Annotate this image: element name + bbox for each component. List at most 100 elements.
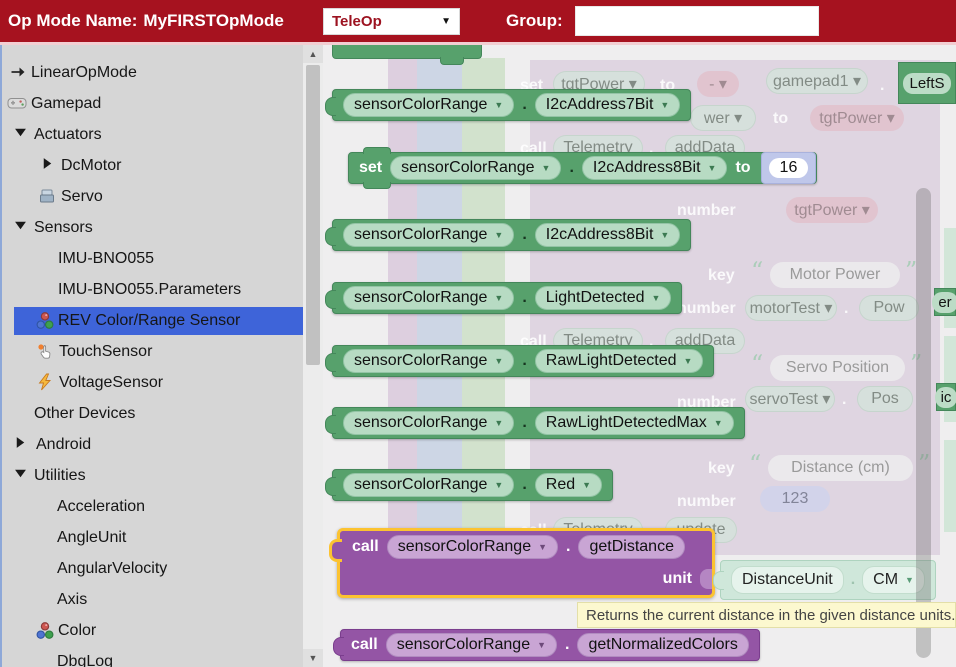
triangle-right-icon: [13, 435, 31, 453]
block-set-i2caddress8bit[interactable]: setsensorColorRange▼.I2cAddress8Bit▼to16: [348, 152, 817, 184]
dropdown-field[interactable]: sensorColorRange ▼: [343, 93, 514, 117]
dropdown-arrow-icon: ▼: [494, 101, 503, 110]
sidebar-item-dbglog[interactable]: DbgLog: [0, 646, 303, 667]
method-name-field: getDistance: [578, 535, 685, 559]
sidebar-item-label: Color: [58, 615, 96, 646]
sidebar-item-label: Other Devices: [34, 398, 135, 429]
faded-field: Pow: [859, 295, 919, 321]
blockly-workspace[interactable]: call sensorColorRange ▼ . getDistance un…: [323, 45, 956, 667]
sidebar-item-acceleration[interactable]: Acceleration: [0, 491, 303, 522]
sidebar-item-label: Android: [36, 429, 91, 460]
dropdown-field[interactable]: sensorColorRange▼: [343, 223, 514, 247]
dropdown-arrow-icon: ▼: [494, 357, 503, 366]
sidebar-item-imu-bno055[interactable]: IMU-BNO055: [0, 243, 303, 274]
sidebar-item-angularvelocity[interactable]: AngularVelocity: [0, 553, 303, 584]
sidebar-item-label: Sensors: [34, 212, 93, 243]
dropdown-arrow-icon: ▼: [494, 419, 503, 428]
dropdown-field[interactable]: I2cAddress8Bit▼: [535, 223, 681, 247]
color-balls-icon: [35, 621, 53, 639]
dropdown-field[interactable]: sensorColorRange▼: [343, 286, 514, 310]
sidebar-item-dcmotor[interactable]: DcMotor: [0, 150, 303, 181]
faded-field: gamepad1 ▾: [766, 68, 868, 94]
faded-keyword: number: [677, 492, 736, 512]
faded-workspace-block-region: [462, 58, 505, 595]
dropdown-field[interactable]: RawLightDetected▼: [535, 349, 704, 373]
block-get-red[interactable]: sensorColorRange▼.Red▼: [332, 469, 613, 501]
flyout-scrollbar[interactable]: [916, 188, 931, 658]
output-tab: [325, 97, 336, 116]
dropdown-arrow-icon: ▼: [660, 101, 669, 110]
field-text: I2cAddress7Bit: [546, 96, 654, 114]
sidebar-item-axis[interactable]: Axis: [0, 584, 303, 615]
sidebar-item-label: DcMotor: [61, 150, 121, 181]
output-tab: [325, 227, 336, 246]
sidebar-scrollbar[interactable]: ▲ ▼: [303, 45, 323, 667]
sidebar-item-rev-color-range-sensor[interactable]: REV Color/Range Sensor: [0, 305, 303, 336]
dropdown-arrow-icon: ▼: [708, 164, 717, 173]
dropdown-field[interactable]: sensorColorRange▼: [343, 473, 514, 497]
sidebar-item-android[interactable]: Android: [0, 429, 303, 460]
sidebar-item-label: LinearOpMode: [31, 57, 137, 88]
block-get-rawlightdetected[interactable]: sensorColorRange▼.RawLightDetected▼: [332, 345, 714, 377]
field-text: RawLightDetectedMax: [546, 414, 707, 432]
faded-keyword: .: [880, 76, 884, 96]
sidebar-item-label: IMU-BNO055: [58, 243, 154, 274]
previous-connection-notch: [363, 147, 391, 154]
dropdown-arrow-icon: ▼: [652, 294, 661, 303]
sidebar-item-angleunit[interactable]: AngleUnit: [0, 522, 303, 553]
dropdown-field[interactable]: I2cAddress7Bit ▼: [535, 93, 681, 117]
sidebar-item-voltagesensor[interactable]: VoltageSensor: [0, 367, 303, 398]
sidebar-item-label: VoltageSensor: [59, 367, 163, 398]
opmode-type-select[interactable]: TeleOp ▼: [323, 8, 460, 35]
sidebar-item-gamepad[interactable]: Gamepad: [0, 88, 303, 119]
dropdown-field[interactable]: I2cAddress8Bit▼: [582, 156, 728, 180]
sidebar-item-servo[interactable]: Servo: [0, 181, 303, 212]
sidebar-item-actuators[interactable]: Actuators: [0, 119, 303, 150]
dropdown-field[interactable]: sensorColorRange▼: [390, 156, 561, 180]
block-get-i2caddress8bit[interactable]: sensorColorRange▼. I2cAddress8Bit▼: [332, 219, 691, 251]
field-text: sensorColorRange: [354, 226, 487, 244]
dropdown-field[interactable]: RawLightDetectedMax▼: [535, 411, 734, 435]
block-distanceunit-shadow[interactable]: DistanceUnit . CM ▼: [720, 560, 936, 600]
sidebar-item-sensors[interactable]: Sensors: [0, 212, 303, 243]
ftc-blocks-app: Op Mode Name: MyFIRSTOpMode TeleOp ▼ Gro…: [0, 0, 956, 667]
sidebar-scrollbar-thumb[interactable]: [306, 65, 320, 365]
sidebar-item-label: TouchSensor: [59, 336, 152, 367]
dropdown-field[interactable]: sensorColorRange▼: [343, 411, 514, 435]
sidebar-item-color[interactable]: Color: [0, 615, 303, 646]
faded-field: wer ▾: [690, 105, 756, 131]
scroll-down-icon[interactable]: ▼: [303, 649, 323, 667]
block-call-getdistance[interactable]: call sensorColorRange ▼ . getDistance un…: [337, 528, 715, 598]
number-value-field[interactable]: 16: [769, 158, 809, 178]
dropdown-field[interactable]: Red▼: [535, 473, 602, 497]
faded-field: - ▾: [697, 71, 739, 97]
dropdown-field[interactable]: sensorColorRange▼: [343, 349, 514, 373]
sidebar-item-imu-bno055-parameters[interactable]: IMU-BNO055.Parameters: [0, 274, 303, 305]
sidebar-item-other-devices[interactable]: Other Devices: [0, 398, 303, 429]
triangle-right-icon: [40, 156, 58, 174]
block-get-rawlightdetectedmax[interactable]: sensorColorRange▼.RawLightDetectedMax▼: [332, 407, 745, 439]
block-call-getnormalizedcolors[interactable]: callsensorColorRange▼.getNormalizedColor…: [340, 629, 760, 661]
faded-workspace-block-region: [417, 58, 462, 595]
block-get-i2caddress7bit[interactable]: sensorColorRange▼.I2cAddress7Bit▼: [332, 89, 691, 121]
field-text: I2cAddress8Bit: [546, 226, 654, 244]
name-field: getNormalizedColors: [577, 633, 748, 657]
block-get-lightdetected[interactable]: sensorColorRange▼.LightDetected▼: [332, 282, 682, 314]
method-name: getDistance: [589, 538, 674, 556]
number-shadow-block[interactable]: 16: [761, 152, 817, 184]
group-input[interactable]: [575, 6, 819, 36]
sidebar-item-linearopmode[interactable]: LinearOpMode: [0, 57, 303, 88]
device-dropdown[interactable]: sensorColorRange ▼: [387, 535, 558, 559]
dropdown-field[interactable]: LightDetected▼: [535, 286, 672, 310]
sidebar-item-utilities[interactable]: Utilities: [0, 460, 303, 491]
scroll-up-icon[interactable]: ▲: [303, 45, 323, 63]
field-text: sensorColorRange: [354, 96, 487, 114]
servo-icon: [38, 187, 56, 205]
device-name: sensorColorRange: [398, 538, 531, 556]
dropdown-field[interactable]: sensorColorRange▼: [386, 633, 557, 657]
dot-separator: .: [522, 226, 526, 244]
dropdown-arrow-icon: ▼: [905, 576, 914, 585]
sidebar-item-touchsensor[interactable]: TouchSensor: [0, 336, 303, 367]
workspace-block-fragment: LeftS: [898, 62, 956, 104]
sidebar-item-label: AngleUnit: [57, 522, 126, 553]
